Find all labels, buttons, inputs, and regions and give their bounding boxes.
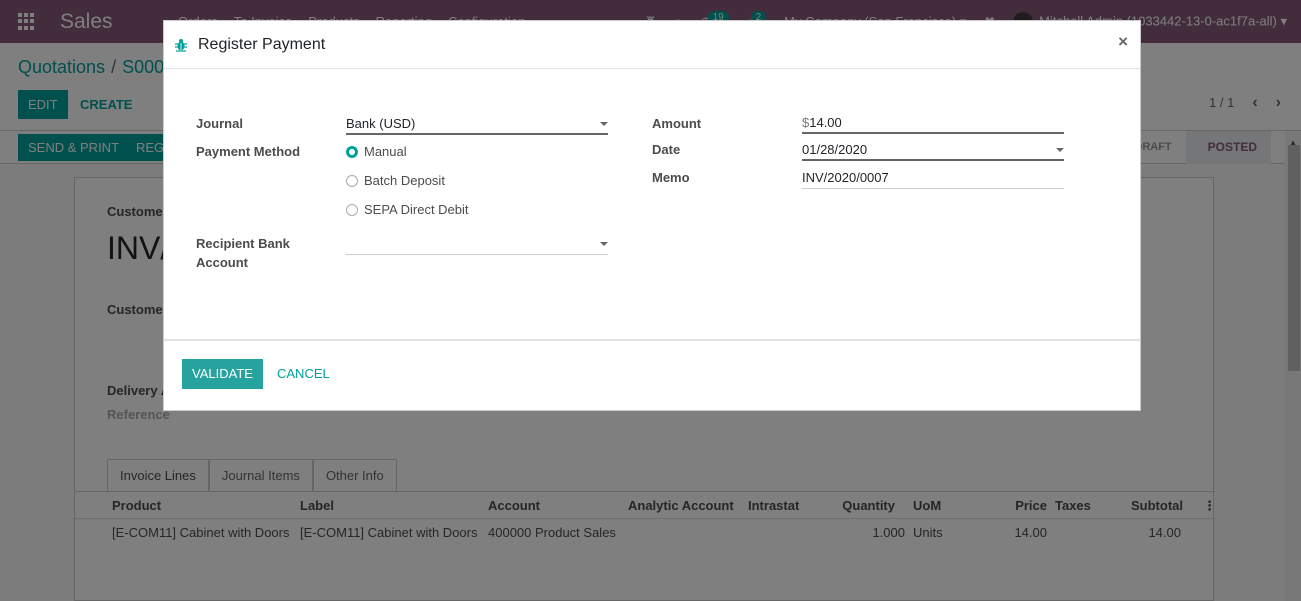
- chevron-down-icon: [1056, 148, 1064, 152]
- radio-label: Manual: [364, 144, 407, 159]
- payment-method-label: Payment Method: [196, 144, 301, 159]
- journal-select[interactable]: Bank (USD): [346, 115, 608, 135]
- chevron-down-icon: [600, 242, 608, 246]
- cancel-button[interactable]: CANCEL: [267, 359, 340, 389]
- payment-method-batch-deposit[interactable]: Batch Deposit: [346, 173, 445, 188]
- dialog-footer: VALIDATE CANCEL: [164, 343, 1140, 411]
- journal-value: Bank (USD): [346, 116, 416, 131]
- register-payment-dialog: Register Payment × Journal Bank (USD) Pa…: [163, 20, 1141, 411]
- date-value: 01/28/2020: [802, 142, 868, 157]
- dialog-header: Register Payment ×: [164, 21, 1140, 69]
- payment-method-manual[interactable]: Manual: [346, 144, 407, 159]
- radio-label: Batch Deposit: [364, 173, 445, 188]
- dialog-title: Register Payment: [198, 35, 326, 53]
- date-label: Date: [652, 142, 681, 157]
- dialog-body: Journal Bank (USD) Payment Method Manual…: [164, 69, 1140, 341]
- recipient-bank-label-line2: Account: [196, 255, 248, 270]
- radio-label: SEPA Direct Debit: [364, 202, 469, 217]
- memo-label: Memo: [652, 170, 690, 185]
- chevron-down-icon: [600, 122, 608, 126]
- amount-input[interactable]: $14.00: [802, 114, 1064, 134]
- validate-button[interactable]: VALIDATE: [182, 359, 263, 389]
- payment-method-sepa[interactable]: SEPA Direct Debit: [346, 202, 469, 217]
- memo-value: INV/2020/0007: [802, 170, 889, 185]
- memo-input[interactable]: INV/2020/0007: [802, 169, 1064, 189]
- radio-unchecked-icon: [346, 174, 358, 187]
- radio-checked-icon: [346, 145, 358, 158]
- date-input[interactable]: 01/28/2020: [802, 141, 1064, 161]
- amount-label: Amount: [652, 116, 702, 131]
- journal-label: Journal: [196, 116, 243, 131]
- bug-icon: [175, 38, 187, 52]
- recipient-bank-select[interactable]: [346, 235, 608, 255]
- recipient-bank-label-line1: Recipient Bank: [196, 236, 290, 251]
- radio-unchecked-icon: [346, 203, 358, 216]
- close-icon[interactable]: ×: [1118, 32, 1128, 52]
- amount-value: 14.00: [809, 115, 842, 130]
